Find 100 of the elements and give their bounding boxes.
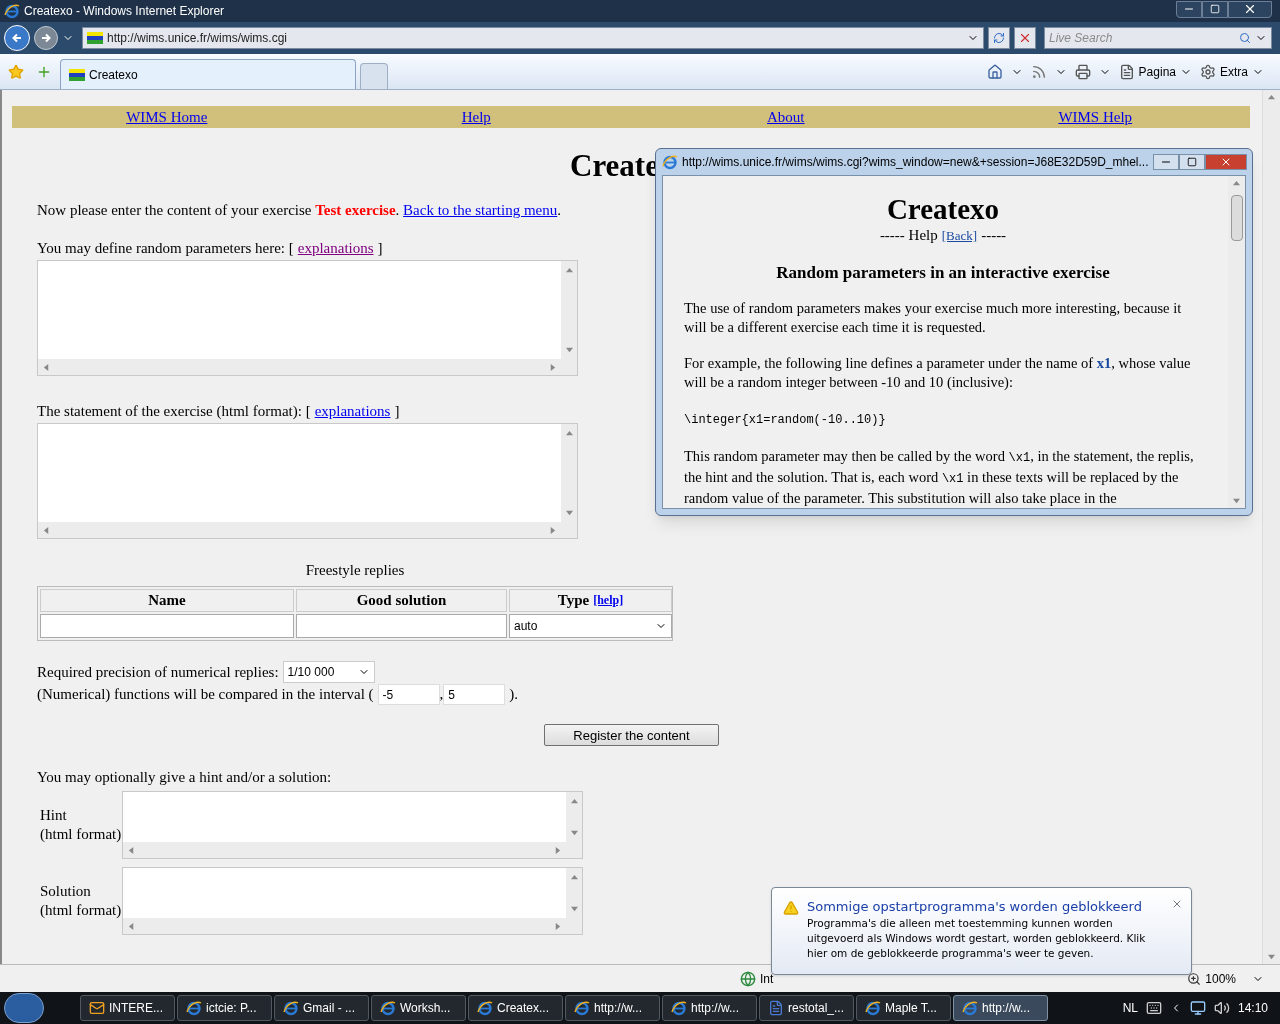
scroll-down-arrow-icon[interactable] — [570, 829, 578, 836]
stop-button[interactable] — [1014, 27, 1036, 49]
close-button[interactable] — [1228, 0, 1272, 18]
scroll-left-arrow-icon[interactable] — [43, 526, 50, 534]
nav-link[interactable]: Help — [461, 107, 491, 127]
forward-arrow-icon — [40, 32, 52, 44]
precision-label: Required precision of numerical replies: — [37, 662, 279, 682]
taskbar-button[interactable]: Gmail - ... — [274, 995, 369, 1021]
register-button[interactable]: Register the content — [544, 724, 719, 746]
volume-icon[interactable] — [1213, 1000, 1230, 1016]
scroll-left-arrow-icon[interactable] — [43, 363, 50, 371]
home-icon[interactable] — [986, 63, 1003, 80]
nav-link[interactable]: About — [767, 107, 805, 127]
taskbar-button[interactable]: Worksh... — [371, 995, 466, 1021]
explanations-link[interactable]: explanations — [314, 402, 391, 421]
popup-heading: Createxo — [885, 192, 1001, 226]
document-icon — [768, 1000, 784, 1016]
warning-icon — [783, 900, 799, 916]
interval-close-text: ). — [509, 685, 519, 704]
search-box[interactable]: Live Search — [1044, 27, 1272, 49]
forward-button[interactable] — [34, 26, 58, 50]
command-menu-button[interactable]: Extra — [1200, 62, 1264, 81]
browser-logo-icon — [671, 1000, 687, 1016]
start-button[interactable] — [4, 993, 44, 1023]
help-paragraph: For example, the following line defines a parameter under the name of x1, whose value will be a random integer between -10 and 10 (inclusive): — [684, 354, 1192, 392]
scroll-right-arrow-icon[interactable] — [549, 363, 556, 371]
back-button[interactable] — [4, 25, 30, 51]
keyboard-icon[interactable] — [1145, 1000, 1162, 1016]
intro-text: Now please enter the content of your exercise Test exercise. Back to the starting menu. — [37, 201, 561, 220]
maximize-button[interactable] — [1178, 154, 1205, 170]
back-link[interactable]: [Back] — [941, 226, 978, 245]
notification-balloon[interactable] — [771, 887, 1192, 975]
taskbar-button[interactable]: Maple T... — [856, 995, 951, 1021]
taskbar-button[interactable]: http://w... — [565, 995, 660, 1021]
browser-tab[interactable]: Createxo — [60, 59, 356, 89]
column-header: Type [help] — [509, 589, 672, 612]
scroll-left-arrow-icon[interactable] — [128, 922, 135, 930]
refresh-button[interactable] — [988, 27, 1010, 49]
scroll-right-arrow-icon[interactable] — [554, 846, 561, 854]
maximize-button[interactable] — [1202, 0, 1228, 18]
search-icon[interactable] — [1239, 32, 1251, 44]
column-header: Good solution — [296, 589, 507, 612]
scroll-left-arrow-icon[interactable] — [128, 846, 135, 854]
type-select[interactable]: auto — [509, 614, 672, 638]
zoom-level[interactable]: 100% — [1205, 969, 1236, 988]
favorites-star-icon[interactable] — [8, 63, 24, 80]
help-paragraph: The use of random parameters makes your exercise much more interesting, because it will be a different exercise each time it is requested. — [684, 299, 1183, 337]
help-paragraph: \integer{x1=random(-10..10)} — [684, 412, 887, 429]
scroll-down-arrow-icon[interactable] — [570, 905, 578, 912]
clock[interactable]: 14:10 — [1237, 999, 1268, 1017]
scroll-right-arrow-icon[interactable] — [554, 922, 561, 930]
interval-start-input[interactable]: -5 — [377, 684, 440, 705]
new-tab-button[interactable] — [360, 63, 388, 89]
refresh-icon — [993, 32, 1005, 44]
language-indicator[interactable]: NL — [1122, 999, 1138, 1017]
name-input[interactable] — [40, 614, 294, 638]
browser-logo-icon — [380, 1000, 396, 1016]
scroll-down-arrow-icon[interactable] — [1268, 953, 1275, 960]
network-icon[interactable] — [1189, 1000, 1206, 1016]
precision-select[interactable]: 1/10 000 — [282, 661, 375, 683]
close-icon — [1243, 2, 1257, 16]
address-field[interactable]: http://wims.unice.fr/wims/wims.cgi — [82, 27, 984, 49]
interval-end-input[interactable]: 5 — [443, 684, 506, 705]
bracket-text: ] — [394, 402, 400, 421]
scroll-right-arrow-icon[interactable] — [549, 526, 556, 534]
interval-label: (Numerical) functions will be compared in the interval ( — [37, 685, 374, 704]
scroll-thumb[interactable] — [1230, 195, 1243, 241]
scroll-up-arrow-icon[interactable] — [565, 267, 573, 274]
explanations-link[interactable]: explanations — [297, 239, 374, 258]
browser-logo-icon — [962, 1000, 978, 1016]
taskbar-button[interactable]: http://w... — [953, 995, 1048, 1021]
search-field[interactable]: Live Search — [1045, 28, 1239, 48]
taskbar-button[interactable]: INTERE... — [80, 995, 175, 1021]
scroll-up-arrow-icon[interactable] — [570, 874, 578, 881]
scroll-down-arrow-icon[interactable] — [565, 346, 573, 353]
nav-link[interactable]: WIMS Home — [126, 107, 208, 127]
scroll-up-arrow-icon[interactable] — [570, 798, 578, 805]
scroll-up-arrow-icon[interactable] — [1233, 180, 1240, 187]
solution-input[interactable] — [296, 614, 507, 638]
taskbar-button[interactable]: restotal_... — [759, 995, 854, 1021]
scroll-up-arrow-icon[interactable] — [565, 430, 573, 437]
print-icon[interactable] — [1074, 63, 1091, 80]
minimize-button[interactable] — [1176, 0, 1202, 18]
nav-link[interactable]: WIMS Help — [1058, 107, 1133, 127]
scroll-down-arrow-icon[interactable] — [565, 509, 573, 516]
taskbar-button[interactable]: http://w... — [662, 995, 757, 1021]
scroll-up-arrow-icon[interactable] — [1268, 94, 1275, 101]
scroll-down-arrow-icon[interactable] — [1233, 497, 1240, 504]
command-menu-button[interactable]: Pagina — [1118, 62, 1192, 81]
help-link[interactable]: [help] — [593, 591, 624, 610]
zoom-icon[interactable] — [1187, 971, 1202, 986]
feeds-icon[interactable] — [1030, 63, 1047, 80]
maximize-icon — [1186, 157, 1197, 167]
close-icon[interactable] — [1171, 898, 1183, 910]
browser-logo-icon — [662, 154, 678, 170]
separator-text: , — [439, 685, 444, 704]
globe-icon — [740, 970, 756, 987]
minimize-button[interactable] — [1152, 154, 1179, 170]
taskbar-button[interactable]: Createx... — [468, 995, 563, 1021]
taskbar-button[interactable]: ictcie: P... — [177, 995, 272, 1021]
